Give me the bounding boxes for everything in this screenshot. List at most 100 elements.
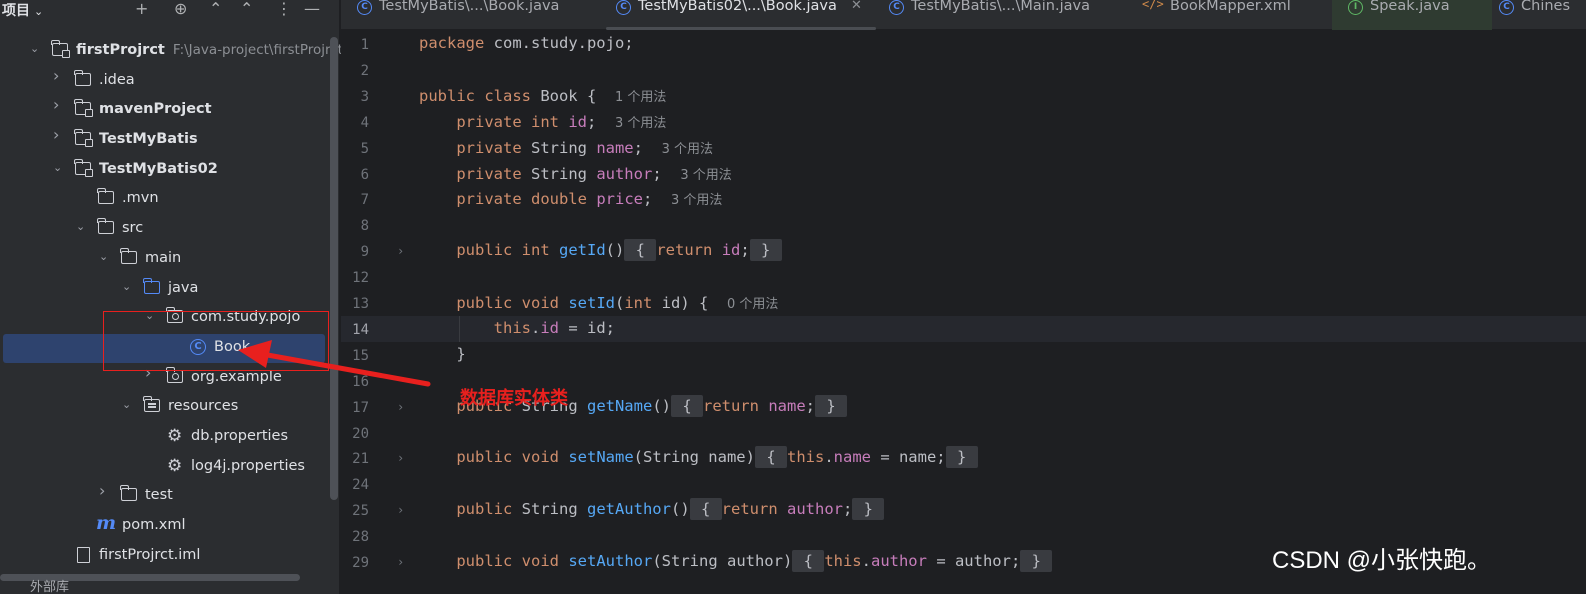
tree-item-label: .idea: [99, 71, 135, 88]
line-number: 15: [352, 347, 369, 364]
tree-item[interactable]: › TestMyBatis: [0, 126, 330, 156]
external-libraries-item[interactable]: 外部库: [30, 576, 69, 594]
tree-item[interactable]: ⌄ java: [0, 275, 330, 305]
tree-item-label: mavenProject: [99, 101, 212, 118]
project-panel-header: 项目 ⌄ + ⊕ ⌃ ⌃ ⋮ —: [0, 0, 340, 22]
tab-speak[interactable]: I Speak.java: [1332, 0, 1492, 30]
folder-icon: [120, 485, 137, 502]
code-line[interactable]: private String author; 3 个用法: [419, 164, 731, 183]
tree-item-label: test: [145, 487, 173, 504]
tree-item-label: TestMyBatis02: [99, 160, 218, 177]
line-number: 7: [360, 192, 369, 209]
tree-item[interactable]: .mvn: [0, 185, 330, 215]
chevron-down-icon[interactable]: ⌄: [30, 43, 40, 54]
tree-item[interactable]: ⌄ main: [0, 245, 330, 275]
chevron-right-icon[interactable]: ›: [53, 127, 63, 143]
code-line[interactable]: }: [419, 345, 465, 363]
fold-toggle-icon[interactable]: ›: [397, 400, 404, 414]
chevron-down-icon[interactable]: ⌄: [122, 399, 132, 410]
line-number: 24: [352, 477, 369, 494]
code-line[interactable]: private double price; 3 个用法: [419, 189, 722, 208]
line-number: 4: [360, 114, 369, 131]
line-number: 1: [360, 37, 369, 53]
code-line[interactable]: public String getAuthor() { return autho…: [419, 498, 885, 521]
folder-icon: [143, 277, 160, 294]
tree-item[interactable]: m pom.xml: [0, 512, 330, 542]
tree-item[interactable]: › .idea: [0, 67, 330, 97]
minimize-icon[interactable]: —: [304, 0, 320, 18]
line-number: 14: [352, 321, 369, 338]
folder-icon: [120, 247, 137, 264]
fold-toggle-icon[interactable]: ›: [397, 503, 404, 517]
code-line[interactable]: this.id = id;: [419, 319, 615, 337]
tree-item[interactable]: ⌄ resources: [0, 393, 330, 423]
line-number: 12: [352, 270, 369, 287]
annotation-label: 数据库实体类: [460, 388, 568, 409]
chevron-right-icon[interactable]: ›: [53, 67, 63, 83]
chevron-down-icon[interactable]: ⌄: [122, 281, 132, 292]
more-options-icon[interactable]: ⋮: [276, 0, 292, 18]
tree-item[interactable]: ⌄ firstProjrct F:\Java-project\firstProjrc…: [0, 37, 343, 67]
add-icon[interactable]: +: [135, 0, 148, 18]
locate-icon[interactable]: ⊕: [174, 0, 187, 18]
tree-item-label: db.properties: [191, 427, 289, 444]
line-number: 21: [352, 451, 369, 468]
close-tab-icon[interactable]: ✕: [851, 0, 862, 13]
class-icon: C: [616, 0, 631, 15]
project-panel-title[interactable]: 项目 ⌄: [2, 0, 43, 20]
watermark: CSDN @小张快跑。: [1272, 547, 1492, 574]
line-number: 13: [352, 296, 369, 312]
tree-item-label-wrap: firstProjrct F:\Java-project\firstProjrct: [76, 42, 343, 58]
line-number: 2: [360, 62, 369, 79]
project-panel: 项目 ⌄ + ⊕ ⌃ ⌃ ⋮ — ⌄ firstProjrct F:\Java-pro…: [0, 0, 343, 594]
collapse-all-icon[interactable]: ⌃: [240, 0, 253, 18]
expand-all-icon[interactable]: ⌃: [209, 0, 222, 18]
chevron-right-icon[interactable]: ›: [99, 483, 109, 499]
fold-toggle-icon[interactable]: ›: [397, 451, 404, 465]
code-editor[interactable]: 1 package com.study.pojo; 2 3 public class B…: [341, 31, 1586, 594]
chevron-down-icon[interactable]: ⌄: [53, 162, 63, 173]
line-number: 16: [352, 373, 369, 390]
fold-toggle-icon[interactable]: ›: [397, 244, 404, 258]
code-line[interactable]: public void setId(int id) { 0 个用法: [419, 293, 778, 312]
tree-item[interactable]: › mavenProject: [0, 96, 330, 126]
code-line[interactable]: public void setName(String name) { this.…: [419, 446, 978, 469]
tree-item[interactable]: ⌄ src: [0, 215, 330, 245]
tree-item-label: firstProjrct: [76, 42, 165, 58]
gear-icon: ⚙: [167, 455, 183, 476]
fold-toggle-icon[interactable]: ›: [397, 555, 404, 569]
tree-item-label: .mvn: [122, 190, 159, 207]
code-line[interactable]: public class Book { 1 个用法: [419, 86, 666, 105]
annotation-highlight-box: [103, 311, 329, 371]
code-line[interactable]: package com.study.pojo;: [419, 34, 634, 52]
code-line[interactable]: private String name; 3 个用法: [419, 138, 713, 157]
line-number: 8: [360, 218, 369, 235]
tree-item[interactable]: ⚙ db.properties: [0, 423, 330, 453]
folder-icon: [74, 129, 93, 148]
tree-item-label: java: [168, 279, 199, 296]
tree-item-label: resources: [168, 398, 239, 415]
tree-item[interactable]: ⚙ log4j.properties: [0, 453, 330, 483]
code-line[interactable]: public void setAuthor(String author) { t…: [419, 550, 1053, 572]
editor-tab-bar: C TestMyBatis\...\Book.java C TestMyBati…: [341, 0, 1586, 30]
project-tree: ⌄ firstProjrct F:\Java-project\firstProjrc…: [0, 37, 343, 572]
tree-vertical-scrollbar[interactable]: [330, 37, 338, 500]
chevron-down-icon: ⌄: [34, 5, 44, 18]
folder-icon: [51, 40, 70, 58]
chevron-down-icon[interactable]: ⌄: [99, 251, 109, 262]
tree-item[interactable]: › test: [0, 482, 330, 512]
folder-icon: [74, 99, 93, 118]
class-icon: C: [1499, 0, 1514, 15]
package-icon: [166, 366, 183, 383]
tree-item-label: firstProjrct.iml: [99, 546, 201, 563]
line-number: 9: [360, 244, 369, 261]
line-number: 5: [360, 140, 369, 157]
code-line[interactable]: private int id; 3 个用法: [419, 112, 666, 131]
interface-icon: I: [1348, 0, 1363, 15]
chevron-down-icon[interactable]: ⌄: [76, 221, 86, 232]
tree-item[interactable]: firstProjrct.iml: [0, 542, 330, 572]
code-line[interactable]: public int getId() { return id; }: [419, 239, 782, 262]
chevron-right-icon[interactable]: ›: [53, 97, 63, 113]
file-icon: [77, 546, 90, 563]
tree-item[interactable]: ⌄ TestMyBatis02: [0, 156, 330, 186]
